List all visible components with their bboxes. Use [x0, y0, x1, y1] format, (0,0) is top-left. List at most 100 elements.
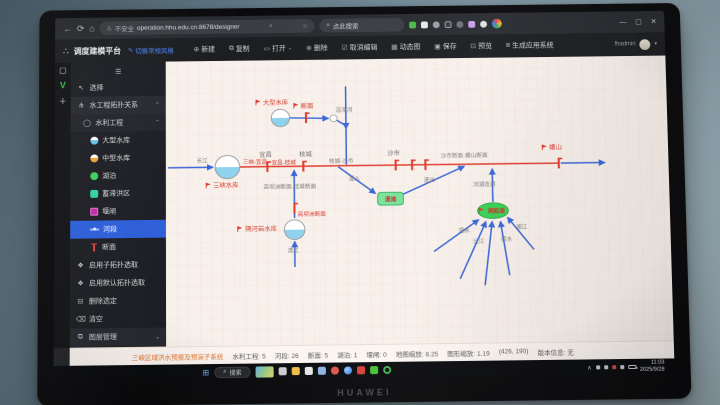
extension-icon[interactable] — [445, 21, 452, 28]
copy-button[interactable]: ⧉复制 — [223, 41, 256, 57]
label-geheyan[interactable]: 隔河岩水库 — [245, 225, 277, 233]
label-juzhanghe[interactable]: 沮漳河 — [336, 106, 353, 114]
task-view-icon[interactable] — [279, 367, 287, 375]
extension-icon[interactable] — [409, 21, 416, 28]
battery-icon[interactable] — [628, 365, 636, 369]
sidebar-section-layers[interactable]: ⧉图层管理⌄ — [70, 327, 166, 346]
generate-app-button[interactable]: ⧈生成应用系统 — [500, 37, 560, 53]
sidebar-item-clear[interactable]: ⌫清空 — [70, 309, 166, 328]
browser-profile-avatar[interactable] — [492, 19, 502, 29]
sidebar-item-delete-selected[interactable]: ⊟删除选定 — [70, 291, 166, 310]
label-seg-yichang-zhicheng[interactable]: 宜昌-枝城 — [271, 159, 296, 167]
maximize-button[interactable]: ▢ — [635, 18, 642, 26]
node-juzhanghe[interactable] — [330, 115, 337, 122]
reach-top-reservoir[interactable] — [290, 117, 329, 118]
label-zhicheng[interactable]: 枝城 — [299, 151, 312, 159]
node-large-reservoir-new[interactable] — [271, 109, 290, 127]
wechat-icon[interactable] — [370, 366, 378, 374]
label-manru[interactable]: 漫入 — [349, 174, 361, 182]
node-dongting-lake[interactable]: 洞庭湖 — [477, 203, 508, 219]
tray-expand-icon[interactable]: ∧ — [587, 364, 592, 371]
edge-browser-icon[interactable] — [344, 366, 352, 374]
save-button[interactable]: ▣保存 — [428, 39, 462, 55]
node-geheyan-reservoir[interactable] — [284, 220, 305, 240]
label-changjiang[interactable]: 长江 — [197, 157, 209, 165]
sidebar-item-enable-sub-topology[interactable]: ❖启用子拓扑选取 — [70, 255, 166, 274]
sidebar-item-enable-default-topology[interactable]: ❖启用默认拓扑选取 — [70, 273, 166, 292]
minimize-button[interactable]: — — [619, 19, 626, 26]
taskbar-clock[interactable]: 11:03 2025/9/28 — [640, 360, 665, 374]
rail-app-icon[interactable]: ▢ — [59, 66, 67, 75]
label-seg-sanxia-yichang[interactable]: 三峡-宜昌 — [243, 158, 267, 166]
app-icon[interactable] — [357, 366, 365, 374]
home-icon[interactable]: ⌂ — [89, 24, 94, 33]
app-icon[interactable] — [318, 367, 326, 375]
label-sanxia[interactable]: 三峡水库 — [213, 182, 238, 190]
sidebar-item-select[interactable]: ↖选择 — [71, 78, 166, 97]
label-luoshan[interactable]: 螺山 — [549, 144, 562, 152]
rail-v-badge[interactable]: V — [60, 80, 66, 90]
address-bar[interactable]: ⚠ 不安全 operation.hhu.edu.cn:8678/designer… — [100, 19, 315, 35]
extension-icon[interactable] — [456, 21, 463, 28]
open-button[interactable]: ▭打开⌄ — [257, 41, 298, 57]
dynamic-graph-button[interactable]: ▦动态图 — [385, 39, 426, 55]
extension-icon[interactable] — [468, 20, 475, 27]
label-yuanjiang[interactable]: 沅江 — [473, 237, 485, 245]
taskbar-search[interactable]: ⌕ 搜索 — [214, 366, 251, 378]
sidebar-item-flood-area[interactable]: 蓄滞洪区 — [70, 184, 166, 203]
delete-button[interactable]: ⊗删除 — [300, 40, 334, 56]
tray-icon[interactable] — [596, 365, 600, 369]
back-icon[interactable]: ← — [63, 24, 72, 33]
weather-widget[interactable] — [256, 366, 274, 377]
label-yichang[interactable]: 宜昌 — [259, 151, 272, 159]
node-mantan-floodplain[interactable]: 漫滩 — [378, 192, 404, 205]
label-manchu[interactable]: 漫出 — [424, 176, 435, 184]
label-large-reservoir[interactable]: 大型水库 — [263, 99, 288, 107]
quick-search-box[interactable]: ⌕ 点此搜索 — [319, 18, 404, 33]
label-hehu-liantong[interactable]: 河湖连通 — [473, 180, 496, 188]
sidebar-item-gate[interactable]: 堰闸 — [70, 202, 166, 221]
rail-plus-icon[interactable]: ＋ — [59, 96, 67, 107]
extension-icon[interactable] — [421, 21, 428, 28]
sidebar-item-section[interactable]: 断面 — [70, 238, 166, 257]
label-shashi[interactable]: 沙市 — [387, 149, 400, 157]
sidebar-item-reach[interactable]: 河段 — [70, 220, 166, 239]
app-icon[interactable] — [383, 366, 391, 374]
sidebar-section-topology[interactable]: ⋔水工程拓扑关系⌃ — [71, 96, 166, 115]
sidebar-menu-toggle[interactable]: ☰ — [71, 64, 166, 80]
label-qingjiang[interactable]: 清江 — [288, 246, 300, 254]
label-duanmian[interactable]: 断面 — [301, 102, 314, 110]
app-icon[interactable] — [305, 367, 313, 375]
preview-button[interactable]: ⊡预览 — [464, 38, 498, 54]
reach-below-luoshan[interactable] — [561, 163, 605, 164]
file-explorer-icon[interactable] — [292, 367, 300, 375]
node-sanxia-reservoir[interactable] — [215, 155, 240, 179]
label-seg-zhicheng-shashi[interactable]: 枝城-沙市 — [329, 157, 354, 165]
label-lishui[interactable]: 澧水 — [458, 227, 470, 235]
tray-icon[interactable] — [612, 365, 616, 369]
sidebar-item-large-reservoir[interactable]: 大型水库 — [71, 131, 166, 150]
topology-network[interactable]: 漫滩 洞庭湖 长江 三峡水库 三峡-宜昌 — [166, 56, 674, 347]
new-button[interactable]: ⊕新建 — [188, 41, 221, 57]
wifi-icon[interactable] — [620, 365, 624, 369]
close-button[interactable]: ✕ — [651, 18, 657, 26]
search-in-page-icon[interactable]: ⌕ — [269, 23, 272, 30]
cancel-edit-button[interactable]: ☑取消编辑 — [336, 40, 384, 56]
label-zishui[interactable]: 资水 — [501, 235, 513, 243]
reload-icon[interactable]: ⟳ — [77, 24, 84, 33]
style-switch-link[interactable]: ✎切换常规风格 — [128, 45, 174, 55]
extension-icon[interactable] — [480, 20, 487, 27]
sidebar-section-projects[interactable]: ◯水利工程⌃ — [71, 113, 166, 132]
sidebar-item-lake[interactable]: 湖泊 — [70, 166, 165, 185]
search-app-icon[interactable] — [331, 367, 339, 375]
user-menu-caret-icon[interactable]: ▾ — [654, 41, 657, 47]
tray-icon[interactable] — [604, 365, 608, 369]
user-avatar[interactable] — [639, 39, 650, 50]
sidebar-item-medium-reservoir[interactable]: 中型水库 — [70, 149, 165, 168]
label-xiangjiang[interactable]: 湘江 — [516, 223, 528, 231]
windows-start-icon[interactable]: ⊞ — [202, 368, 209, 377]
extension-icon[interactable] — [433, 21, 440, 28]
designer-canvas[interactable]: 漫滩 洞庭湖 长江 三峡水库 三峡-宜昌 — [166, 56, 674, 347]
reach-changjiang-inflow[interactable] — [168, 167, 213, 168]
bookmark-star-icon[interactable]: ☆ — [302, 22, 307, 29]
